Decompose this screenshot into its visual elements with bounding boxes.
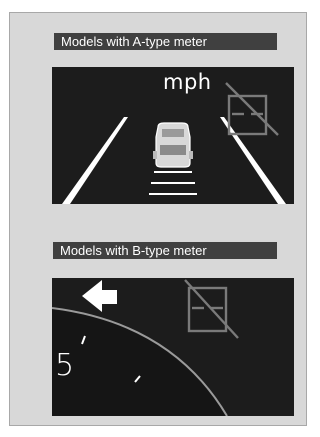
lane-dash-3 — [149, 193, 197, 195]
speedo-digit: 5 — [55, 348, 75, 383]
b-type-meter-display: 5 — [52, 278, 294, 416]
speed-unit-label: mph — [163, 70, 212, 94]
a-type-meter-display: mph — [52, 67, 294, 204]
lane-dash-2 — [151, 182, 195, 184]
lane-keeping-off-icon — [184, 279, 239, 339]
b-type-meter-graphic — [52, 279, 239, 416]
lane-keeping-off-icon — [225, 82, 279, 136]
left-arrow-icon — [82, 280, 117, 312]
lane-dash-1 — [154, 171, 192, 173]
car-icon — [153, 122, 193, 168]
section-b-label: Models with B-type meter — [53, 242, 277, 259]
instructions-panel: Models with A-type meter mph Models with… — [9, 12, 307, 426]
left-lane-line — [62, 117, 128, 204]
section-a-label: Models with A-type meter — [54, 33, 277, 50]
